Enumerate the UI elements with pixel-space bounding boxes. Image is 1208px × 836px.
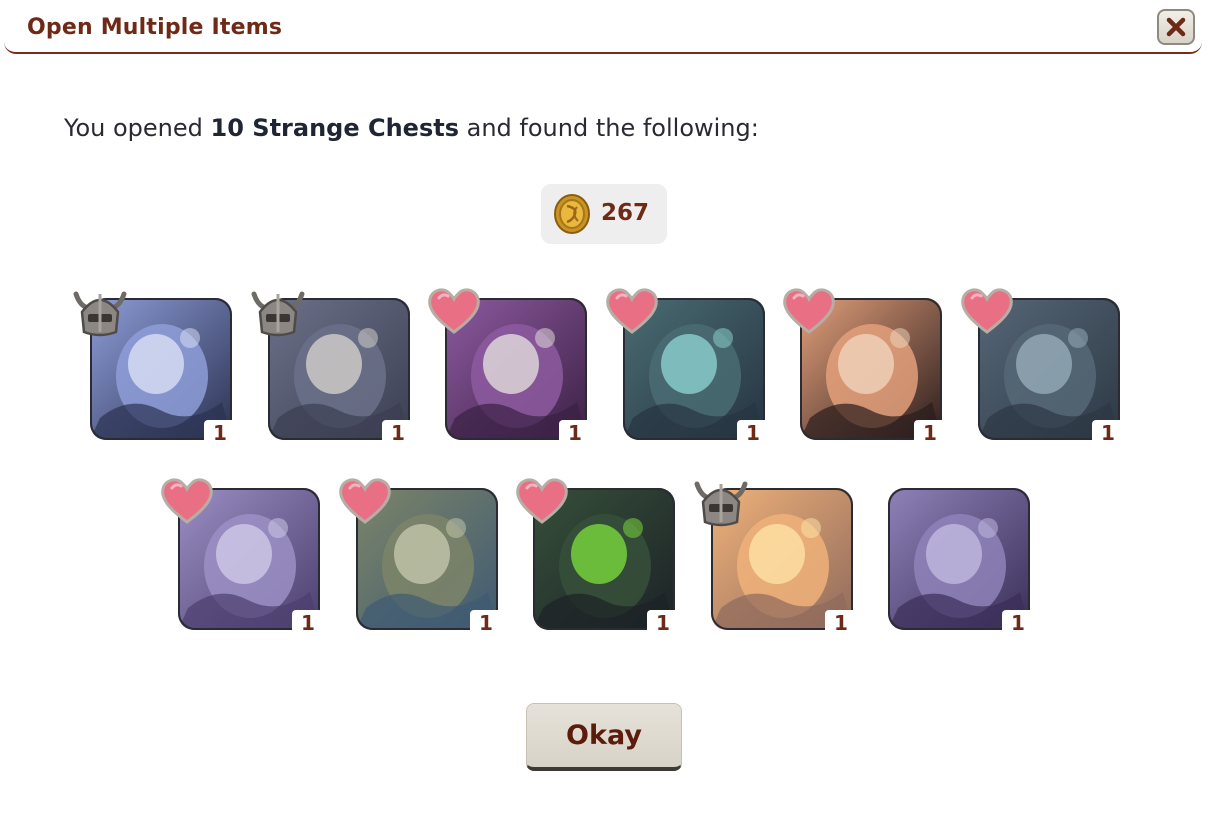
item-spiked-barrel[interactable]: 1 bbox=[339, 476, 502, 636]
item-ornate-clock[interactable]: 1 bbox=[428, 286, 591, 446]
result-message-suffix: and found the following: bbox=[459, 114, 759, 142]
item-blue-spirit-skin[interactable]: 1 bbox=[73, 286, 236, 446]
item-lilac-spiked-dragon[interactable]: 1 bbox=[161, 476, 324, 636]
item-quantity: 1 bbox=[470, 610, 502, 636]
item-stone-gate[interactable]: 1 bbox=[606, 286, 769, 446]
item-quantity: 1 bbox=[559, 420, 591, 446]
item-quantity: 1 bbox=[204, 420, 236, 446]
close-x-icon bbox=[1166, 17, 1186, 37]
favorite-badge bbox=[603, 284, 661, 340]
item-quantity: 1 bbox=[647, 610, 679, 636]
heart-icon bbox=[339, 478, 391, 524]
favorite-badge bbox=[780, 284, 838, 340]
item-dark-bone-claw[interactable]: 1 bbox=[251, 286, 414, 446]
favorite-badge bbox=[425, 284, 483, 340]
favorite-badge bbox=[513, 474, 571, 530]
dialog-titlebar: Open Multiple Items bbox=[4, 0, 1202, 54]
armor-helmet-icon bbox=[251, 291, 305, 337]
item-golden-cloud-moon[interactable]: 1 bbox=[694, 476, 857, 636]
item-violet-dragon-egg[interactable]: 1 bbox=[878, 476, 1034, 636]
item-quantity: 1 bbox=[1092, 420, 1124, 446]
favorite-badge bbox=[158, 474, 216, 530]
item-quantity: 1 bbox=[292, 610, 324, 636]
favorite-badge bbox=[958, 284, 1016, 340]
gold-coin-icon bbox=[554, 194, 590, 234]
currency-reward: 267 bbox=[541, 184, 667, 244]
result-message: You opened 10 Strange Chests and found t… bbox=[64, 114, 759, 142]
heart-icon bbox=[783, 288, 835, 334]
heart-icon bbox=[606, 288, 658, 334]
item-quantity: 1 bbox=[1002, 610, 1034, 636]
dialog-title: Open Multiple Items bbox=[27, 15, 283, 40]
result-message-item: 10 Strange Chests bbox=[210, 114, 459, 142]
result-message-prefix: You opened bbox=[64, 114, 211, 142]
armor-helmet-icon bbox=[73, 291, 127, 337]
favorite-badge bbox=[336, 474, 394, 530]
item-quantity: 1 bbox=[914, 420, 946, 446]
item-copper-scroll[interactable]: 1 bbox=[783, 286, 946, 446]
close-button[interactable] bbox=[1157, 9, 1195, 45]
open-items-dialog: Open Multiple Items You opened 10 Strang… bbox=[0, 0, 1208, 836]
heart-icon bbox=[428, 288, 480, 334]
armor-helmet-icon bbox=[694, 481, 748, 527]
heart-icon bbox=[961, 288, 1013, 334]
okay-button[interactable]: Okay bbox=[526, 703, 682, 771]
apparel-badge bbox=[70, 284, 130, 344]
item-quantity: 1 bbox=[737, 420, 769, 446]
item-quantity: 1 bbox=[382, 420, 414, 446]
item-green-flame-forest[interactable]: 1 bbox=[516, 476, 679, 636]
heart-icon bbox=[161, 478, 213, 524]
item-quantity: 1 bbox=[825, 610, 857, 636]
apparel-badge bbox=[691, 474, 751, 534]
item-slate-dragon-statue[interactable]: 1 bbox=[961, 286, 1124, 446]
heart-icon bbox=[516, 478, 568, 524]
apparel-badge bbox=[248, 284, 308, 344]
currency-amount: 267 bbox=[601, 200, 650, 226]
